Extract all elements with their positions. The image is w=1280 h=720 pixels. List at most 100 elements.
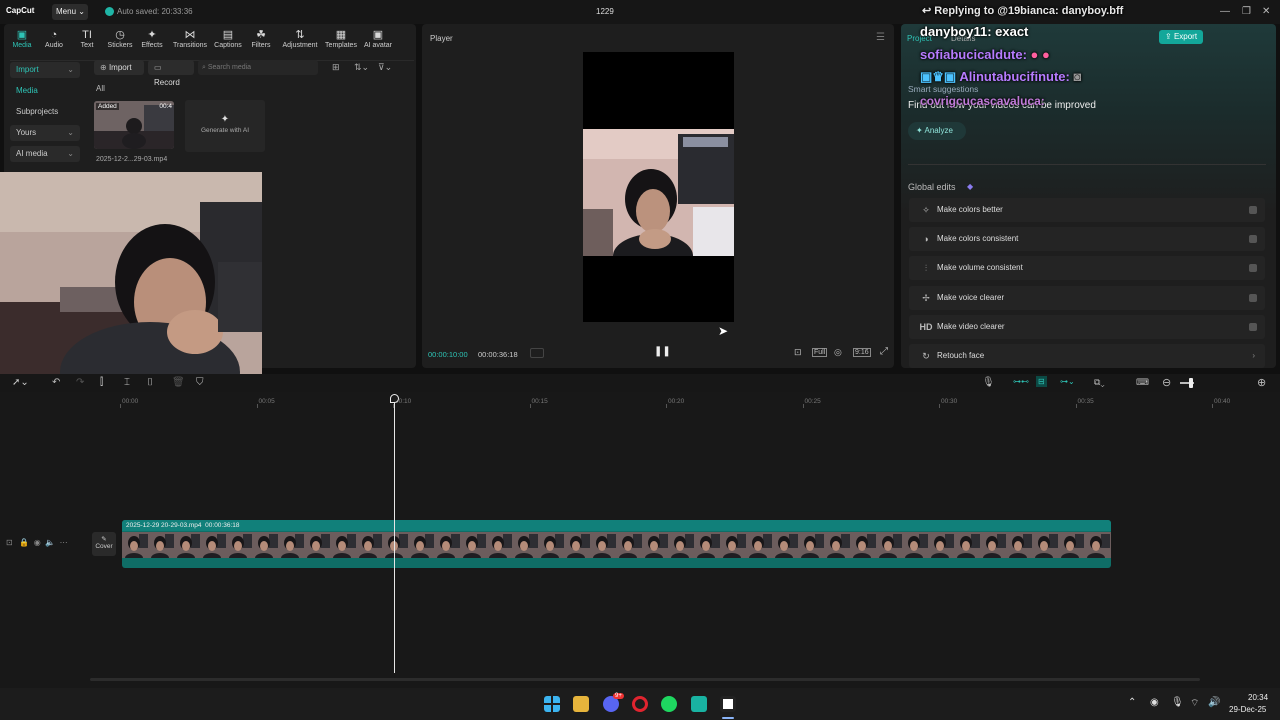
- toggle[interactable]: [1249, 294, 1257, 302]
- grid-view-icon[interactable]: ⊞: [332, 62, 340, 73]
- generate-with-ai-button[interactable]: ✦ Generate with AI: [185, 100, 265, 152]
- filter-icon: ☘: [256, 29, 266, 41]
- spotify-icon[interactable]: [661, 696, 677, 712]
- tab-audio[interactable]: ◔ Audio: [36, 28, 72, 49]
- import-button[interactable]: ⊕ Import: [94, 60, 144, 75]
- filter-all[interactable]: All: [96, 84, 105, 93]
- tab-ai-avatar[interactable]: ▣ AI avatar: [360, 28, 396, 49]
- make-colors-consistent-row[interactable]: ◑ Make colors consistent: [909, 227, 1265, 251]
- microphone-icon[interactable]: 🎙: [1171, 697, 1184, 708]
- total-time: 00:00:36:18: [478, 350, 518, 359]
- tab-text[interactable]: TI Text: [69, 28, 105, 49]
- clock-time[interactable]: 20:34: [1248, 693, 1268, 702]
- chevron-up-icon[interactable]: ⌃: [1128, 697, 1136, 708]
- cover-label: Cover: [95, 543, 113, 550]
- media-thumbnail[interactable]: Added 00:4: [94, 101, 174, 149]
- split-right-icon[interactable]: ⌷: [147, 377, 153, 388]
- quality-icon[interactable]: Full: [812, 348, 828, 357]
- lock-icon[interactable]: 🔒: [19, 538, 29, 547]
- tab-transitions[interactable]: ⋈ Transitions: [172, 28, 208, 49]
- playhead-handle[interactable]: [390, 394, 399, 403]
- sidebar-item-import[interactable]: Import ⌄: [10, 62, 80, 78]
- project-name[interactable]: 1229: [596, 7, 614, 16]
- pause-icon[interactable]: ❚❚: [654, 346, 671, 357]
- clock-date[interactable]: 29-Dec-25: [1229, 705, 1266, 714]
- snapshot-icon[interactable]: ◎: [834, 347, 842, 358]
- undo-icon[interactable]: ↶: [52, 377, 60, 388]
- zoom-slider-handle[interactable]: [1189, 378, 1193, 388]
- microphone-icon[interactable]: 🎙: [982, 377, 995, 388]
- chat-reply-text: Replying to @19bianca: danyboy.bff: [934, 5, 1124, 17]
- menu-button[interactable]: Menu ⌄: [52, 4, 88, 20]
- eye-icon[interactable]: ◉: [34, 538, 41, 547]
- aspect-ratio-button[interactable]: 9:16: [853, 348, 871, 357]
- more-icon[interactable]: ⋯: [60, 538, 68, 547]
- timecode-toggle-icon[interactable]: [530, 348, 544, 358]
- zoom-out-icon[interactable]: ⊖: [1162, 376, 1171, 389]
- tab-templates[interactable]: ▦ Templates: [322, 28, 360, 49]
- opera-icon[interactable]: [632, 696, 648, 712]
- windows-start-icon[interactable]: [544, 696, 560, 712]
- redo-icon[interactable]: ↷: [76, 377, 84, 388]
- make-video-clearer-row[interactable]: HD Make video clearer: [909, 315, 1265, 339]
- select-tool-icon[interactable]: ➚⌄: [12, 377, 29, 388]
- capcut-icon[interactable]: [720, 696, 736, 712]
- timeline[interactable]: 00:00 00:05 00:10 00:15 00:20 00:25 00:30 00:35…: [0, 392, 1280, 688]
- tab-filters[interactable]: ☘ Filters: [243, 28, 279, 49]
- filter-icon[interactable]: ⊽⌄: [378, 62, 392, 73]
- split-icon[interactable]: ⫿: [100, 377, 103, 388]
- video-clip[interactable]: 2025-12-29 20-29-03.mp4 00:00:36:18: [122, 520, 1111, 568]
- minimize-icon[interactable]: —: [1220, 6, 1230, 17]
- horizontal-scrollbar[interactable]: [90, 678, 1200, 681]
- volume-icon[interactable]: 🔈: [45, 538, 55, 547]
- playhead[interactable]: [394, 398, 395, 673]
- snap-icon[interactable]: ⊶⌄: [1060, 377, 1075, 386]
- zoom-in-icon[interactable]: ⊕: [1257, 376, 1266, 389]
- captions-toggle-icon[interactable]: ⌨: [1136, 377, 1149, 388]
- tab-media[interactable]: ▣ Media: [4, 28, 40, 49]
- crop-icon[interactable]: ⊡: [794, 347, 802, 358]
- file-explorer-icon[interactable]: [573, 696, 589, 712]
- fullscreen-icon[interactable]: ⤢: [880, 346, 888, 357]
- make-volume-consistent-row[interactable]: ⫶ Make volume consistent: [909, 256, 1265, 280]
- tab-adjustment[interactable]: ⇅ Adjustment: [279, 28, 321, 49]
- video-preview[interactable]: [583, 52, 734, 322]
- record-button[interactable]: ▭ Record: [148, 60, 194, 87]
- marker-icon[interactable]: ⛉: [196, 377, 204, 388]
- wifi-icon[interactable]: ⌔: [1190, 697, 1199, 710]
- export-button[interactable]: ⇪ Export: [1159, 30, 1203, 44]
- main-track-magnet-icon[interactable]: ⊟: [1036, 376, 1047, 387]
- search-input[interactable]: ⌕ Search media: [198, 60, 318, 75]
- tab-captions[interactable]: ▤ Captions: [210, 28, 246, 49]
- track-select-icon[interactable]: ⊡: [6, 538, 13, 547]
- preview-axis-icon[interactable]: ⧉⌄: [1094, 377, 1105, 388]
- tab-stickers[interactable]: ◷ Stickers: [102, 28, 138, 49]
- webcam-overlay: [0, 172, 262, 376]
- make-colors-better-row[interactable]: ✧ Make colors better: [909, 198, 1265, 222]
- toggle[interactable]: [1249, 206, 1257, 214]
- link-clips-icon[interactable]: ⊶⊷: [1013, 377, 1029, 386]
- app-icon[interactable]: [691, 696, 707, 712]
- tray-discord-icon[interactable]: ◉: [1150, 697, 1159, 708]
- close-icon[interactable]: ✕: [1262, 6, 1270, 17]
- split-left-icon[interactable]: ⌶: [124, 377, 130, 388]
- toggle[interactable]: [1249, 235, 1257, 243]
- sidebar-item-subprojects[interactable]: Subprojects: [10, 104, 80, 120]
- sort-icon[interactable]: ⇅⌄: [354, 62, 369, 73]
- player-menu-icon[interactable]: ☰: [876, 32, 885, 43]
- clip-filmstrip: [122, 532, 1111, 558]
- sidebar-item-media[interactable]: Media: [10, 83, 80, 99]
- retouch-face-row[interactable]: ↻ Retouch face ›: [909, 344, 1265, 368]
- toggle[interactable]: [1249, 264, 1257, 272]
- nav-label: AI media: [16, 149, 48, 158]
- sidebar-item-yours[interactable]: Yours ⌄: [10, 125, 80, 141]
- analyze-button[interactable]: ✦ Analyze: [908, 122, 966, 140]
- toggle[interactable]: [1249, 323, 1257, 331]
- restore-icon[interactable]: ❐: [1242, 6, 1251, 17]
- tab-effects[interactable]: ✦ Effects: [134, 28, 170, 49]
- volume-icon[interactable]: 🔊: [1208, 697, 1220, 708]
- cover-button[interactable]: ✎ Cover: [92, 532, 116, 556]
- sidebar-item-ai-media[interactable]: AI media ⌄: [10, 146, 80, 162]
- delete-icon[interactable]: 🗑: [172, 377, 185, 388]
- make-voice-clearer-row[interactable]: ✢ Make voice clearer: [909, 286, 1265, 310]
